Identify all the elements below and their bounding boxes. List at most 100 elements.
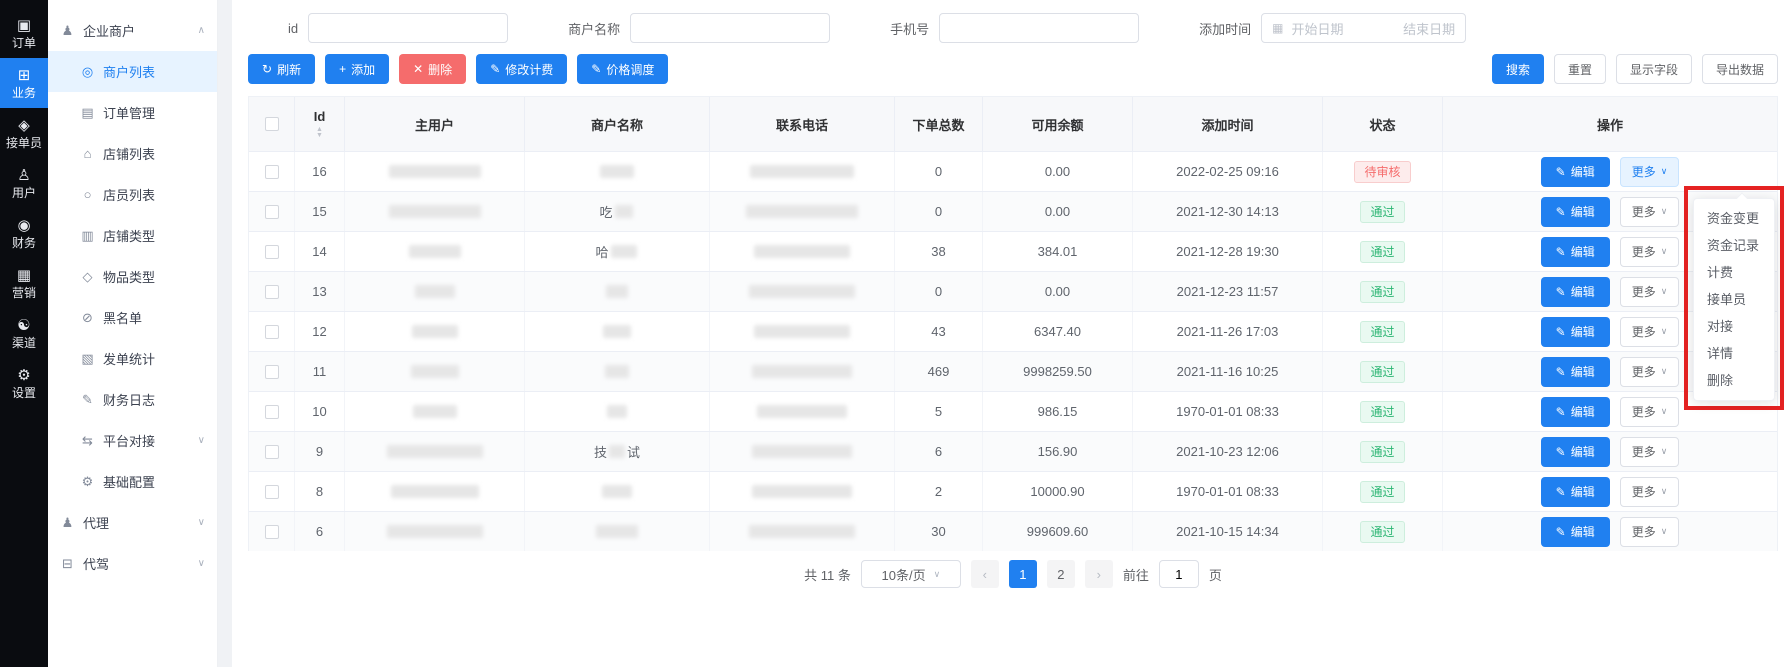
row-checkbox[interactable] <box>265 365 279 379</box>
date-range-picker[interactable]: ▦ 开始日期 结束日期 <box>1261 13 1466 43</box>
dropdown-item-delete[interactable]: 删除 <box>1694 367 1774 394</box>
edit-button[interactable]: ✎编辑 <box>1541 277 1610 307</box>
more-dropdown: 资金变更 资金记录 计费 接单员 对接 详情 删除 <box>1693 198 1775 401</box>
reset-button[interactable]: 重置 <box>1554 54 1606 84</box>
row-checkbox[interactable] <box>265 525 279 539</box>
sidebar-item-shop-list[interactable]: ⌂店铺列表 <box>48 133 217 174</box>
goto-page-input[interactable] <box>1159 560 1199 588</box>
edit-billing-button[interactable]: ✎修改计费 <box>476 54 567 84</box>
merchant-name-filter-input[interactable] <box>630 13 830 43</box>
more-button[interactable]: 更多∨ <box>1620 317 1680 347</box>
phone-filter-input[interactable] <box>939 13 1139 43</box>
sidebar-item-base-config[interactable]: ⚙基础配置 <box>48 461 217 502</box>
plus-icon: + <box>339 62 346 76</box>
row-checkbox[interactable] <box>265 445 279 459</box>
page-1-button[interactable]: 1 <box>1009 560 1037 588</box>
status-badge: 通过 <box>1360 361 1404 383</box>
prev-page-button[interactable]: ‹ <box>971 560 999 588</box>
sidebar-item-dispatch-stats[interactable]: ▧发单统计 <box>48 338 217 379</box>
row-checkbox[interactable] <box>265 405 279 419</box>
status-badge: 通过 <box>1360 521 1404 543</box>
sidebar-item-finance-log[interactable]: ✎财务日志 <box>48 379 217 420</box>
page-size-select[interactable]: 10条/页 ∨ <box>861 560 961 588</box>
more-button[interactable]: 更多∨ <box>1620 437 1680 467</box>
show-fields-button[interactable]: 显示字段 <box>1616 54 1692 84</box>
sidebar-item-item-type[interactable]: ◇物品类型 <box>48 256 217 297</box>
sidebar-group-driving[interactable]: ⊟代驾∨ <box>48 543 217 584</box>
page-2-button[interactable]: 2 <box>1047 560 1075 588</box>
sidebar-item-platform-integration[interactable]: ⇆平台对接∨ <box>48 420 217 461</box>
redacted-main-user <box>389 205 481 218</box>
status-badge: 通过 <box>1360 441 1404 463</box>
sidebar-group-agent[interactable]: ♟代理∨ <box>48 502 217 543</box>
dropdown-item-fund-records[interactable]: 资金记录 <box>1694 232 1774 259</box>
dropdown-item-billing[interactable]: 计费 <box>1694 259 1774 286</box>
dropdown-item-details[interactable]: 详情 <box>1694 340 1774 367</box>
row-checkbox[interactable] <box>265 325 279 339</box>
search-button[interactable]: 搜索 <box>1492 54 1544 84</box>
redacted-main-user <box>387 525 483 538</box>
sidebar-item-shop-type[interactable]: ▥店铺类型 <box>48 215 217 256</box>
more-button[interactable]: 更多∨ <box>1620 517 1680 547</box>
column-header-id: Id ▲▼ <box>295 97 345 151</box>
column-header-balance: 可用余额 <box>983 97 1133 151</box>
more-button[interactable]: 更多∨ <box>1620 157 1680 187</box>
rail-item-settings[interactable]: ⚙设置 <box>0 358 48 408</box>
price-adjust-button[interactable]: ✎价格调度 <box>577 54 668 84</box>
edit-button[interactable]: ✎编辑 <box>1541 397 1610 427</box>
edit-button[interactable]: ✎编辑 <box>1541 317 1610 347</box>
edit-button[interactable]: ✎编辑 <box>1541 477 1610 507</box>
row-checkbox[interactable] <box>265 165 279 179</box>
sort-control[interactable]: ▲▼ <box>316 127 323 139</box>
dropdown-item-integration[interactable]: 对接 <box>1694 313 1774 340</box>
row-checkbox[interactable] <box>265 285 279 299</box>
rail-item-business[interactable]: ⊞业务 <box>0 58 48 108</box>
id-filter-input[interactable] <box>308 13 508 43</box>
rail-item-orders[interactable]: ▣订单 <box>0 8 48 58</box>
dropdown-item-order-taker[interactable]: 接单员 <box>1694 286 1774 313</box>
edit-button[interactable]: ✎编辑 <box>1541 437 1610 467</box>
annotation-red-box: 资金变更 资金记录 计费 接单员 对接 详情 删除 <box>1684 186 1784 410</box>
redacted-merchant-name <box>607 405 627 418</box>
cell-added-time: 2021-12-30 14:13 <box>1133 192 1323 231</box>
rail-item-riders[interactable]: ◈接单员 <box>0 108 48 158</box>
table-row: 8 2 10000.90 1970-01-01 08:33 通过 ✎编辑 更多∨ <box>249 471 1777 511</box>
more-button[interactable]: 更多∨ <box>1620 237 1680 267</box>
finance-log-icon: ✎ <box>80 392 95 408</box>
sidebar-item-blacklist[interactable]: ⊘黑名单 <box>48 297 217 338</box>
dropdown-item-fund-change[interactable]: 资金变更 <box>1694 205 1774 232</box>
rail-item-channels[interactable]: ☯渠道 <box>0 308 48 358</box>
item-type-icon: ◇ <box>80 269 95 285</box>
more-button[interactable]: 更多∨ <box>1620 197 1680 227</box>
more-button[interactable]: 更多∨ <box>1620 277 1680 307</box>
edit-button[interactable]: ✎编辑 <box>1541 237 1610 267</box>
next-page-button[interactable]: › <box>1085 560 1113 588</box>
merchant-name-fragment: 试 <box>627 442 640 461</box>
edit-button[interactable]: ✎编辑 <box>1541 517 1610 547</box>
export-data-button[interactable]: 导出数据 <box>1702 54 1778 84</box>
edit-button[interactable]: ✎编辑 <box>1541 357 1610 387</box>
sidebar-group-enterprise-merchants[interactable]: ♟企业商户∧ <box>48 10 217 51</box>
redacted-merchant-name <box>615 205 633 218</box>
rail-item-marketing[interactable]: ▦营销 <box>0 258 48 308</box>
refresh-button[interactable]: ↻刷新 <box>248 54 315 84</box>
sidebar-item-merchant-list[interactable]: ◎商户列表 <box>48 51 217 92</box>
more-button[interactable]: 更多∨ <box>1620 397 1680 427</box>
row-checkbox[interactable] <box>265 245 279 259</box>
more-button[interactable]: 更多∨ <box>1620 477 1680 507</box>
edit-button[interactable]: ✎编辑 <box>1541 197 1610 227</box>
row-checkbox[interactable] <box>265 485 279 499</box>
sidebar-item-order-management[interactable]: ▤订单管理 <box>48 92 217 133</box>
more-button[interactable]: 更多∨ <box>1620 357 1680 387</box>
row-checkbox[interactable] <box>265 205 279 219</box>
rail-item-finance[interactable]: ◉财务 <box>0 208 48 258</box>
rail-item-users[interactable]: ♙用户 <box>0 158 48 208</box>
sidebar-item-clerk-list[interactable]: ○店员列表 <box>48 174 217 215</box>
select-all-checkbox[interactable] <box>265 117 279 131</box>
edit-button[interactable]: ✎编辑 <box>1541 157 1610 187</box>
add-button[interactable]: +添加 <box>325 54 389 84</box>
base-config-icon: ⚙ <box>80 474 95 490</box>
sort-down-icon[interactable]: ▼ <box>316 133 323 139</box>
status-badge: 通过 <box>1360 281 1404 303</box>
delete-button[interactable]: ✕删除 <box>399 54 466 84</box>
